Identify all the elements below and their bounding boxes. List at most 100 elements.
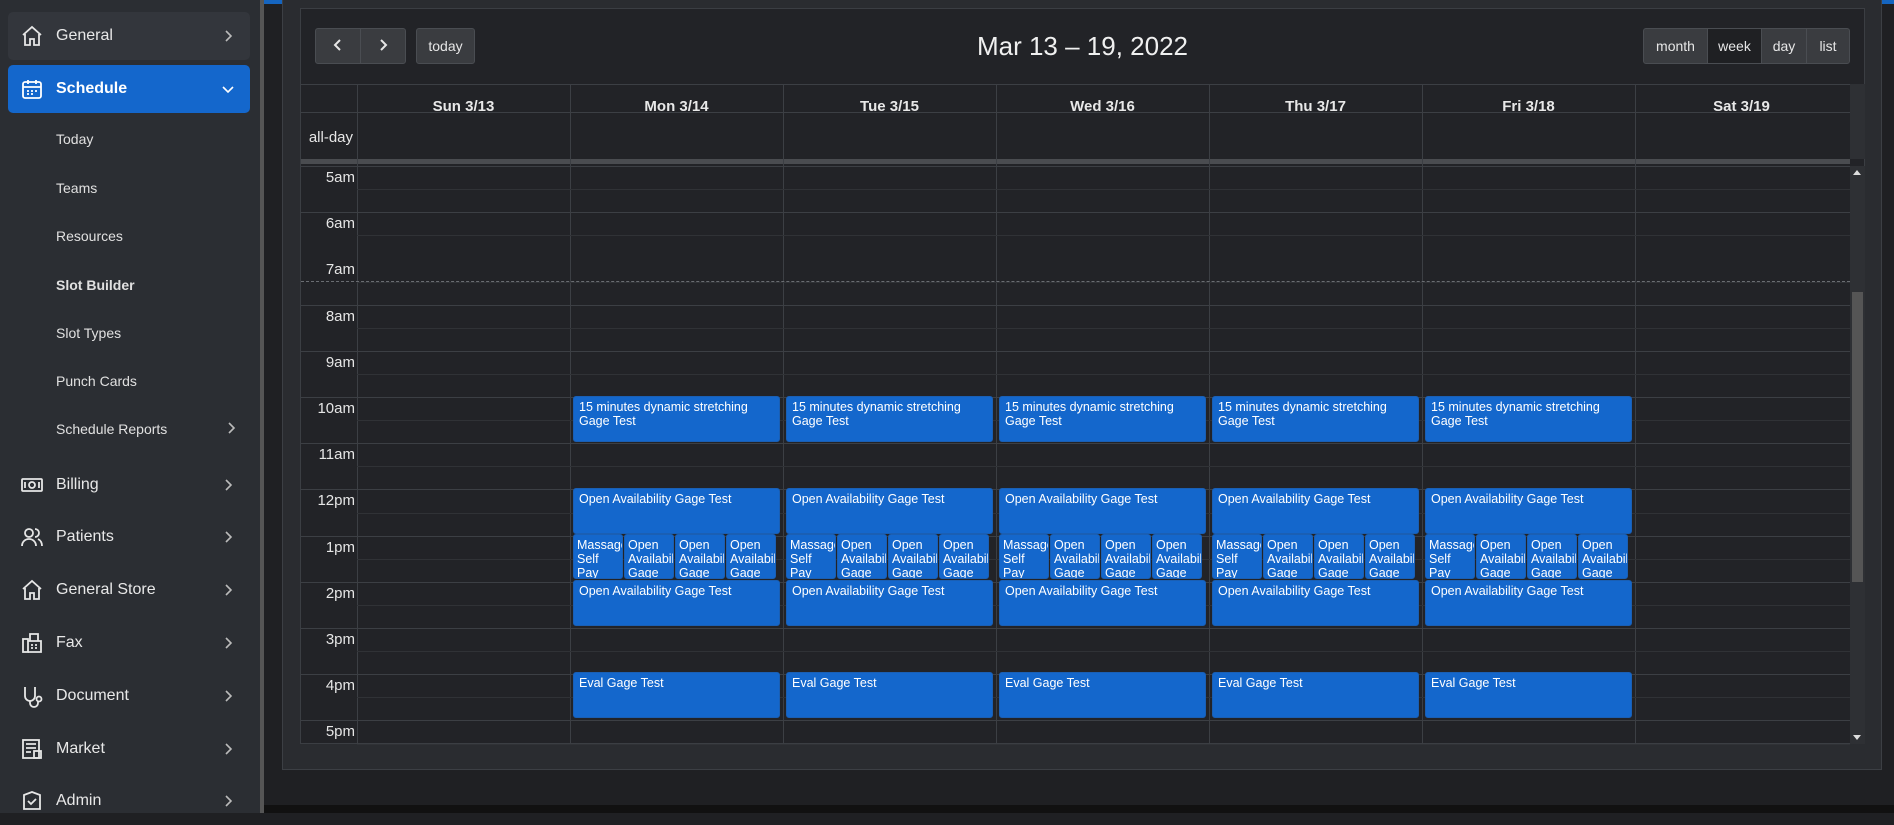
grid-col-line — [1209, 84, 1210, 744]
subnav-schedule-reports[interactable]: Schedule Reports — [56, 418, 246, 440]
subnav-label: Schedule Reports — [56, 421, 168, 437]
event-text: Self — [1429, 552, 1451, 566]
event-massage[interactable]: Massage Self Pay — [573, 534, 623, 579]
nav-general-store[interactable]: General Store — [8, 566, 250, 614]
nav-label: Admin — [56, 792, 102, 809]
calendar-title: Mar 13 – 19, 2022 — [976, 31, 1189, 61]
event-open-short[interactable]: OpenAvailabilityGage — [675, 534, 725, 579]
event-text: 15 minutes dynamic stretching — [1005, 400, 1174, 414]
event-open-short[interactable]: OpenAvailabilityGage — [1476, 534, 1526, 579]
event-text: Open — [730, 538, 761, 552]
chevron-right-icon — [216, 525, 240, 549]
subnav-punch-cards[interactable]: Punch Cards — [56, 370, 246, 392]
view-week-button[interactable]: week — [1707, 28, 1762, 64]
event-eval[interactable]: Eval Gage Test — [999, 672, 1206, 718]
footer-strip — [264, 805, 1894, 813]
event-open-availability[interactable]: Open Availability Gage Test — [786, 488, 993, 534]
prev-button[interactable] — [315, 28, 361, 64]
view-list-button[interactable]: list — [1806, 28, 1850, 64]
subnav-today[interactable]: Today — [56, 128, 246, 150]
event-eval[interactable]: Eval Gage Test — [1425, 672, 1632, 718]
event-text: Gage — [730, 566, 761, 579]
nav-market[interactable]: Market — [8, 725, 250, 773]
event-stretching[interactable]: 15 minutes dynamic stretching Gage Test — [1425, 396, 1632, 442]
event-open-availability[interactable]: Open Availability Gage Test — [999, 580, 1206, 626]
scroll-up-arrow[interactable] — [1853, 170, 1861, 175]
event-text: Availability — [1480, 552, 1526, 566]
event-stretching[interactable]: 15 minutes dynamic stretching Gage Test — [786, 396, 993, 442]
day-header-wed: Wed 3/16 — [1070, 98, 1135, 115]
sidebar-scrollbar[interactable] — [260, 0, 264, 813]
grid-col-line — [1422, 84, 1423, 744]
event-open-short[interactable]: OpenAvailabilityGage — [726, 534, 776, 579]
event-open-short[interactable]: OpenAvailabilityGage — [837, 534, 887, 579]
event-text: Massage — [1429, 538, 1475, 552]
event-open-availability[interactable]: Open Availability Gage Test — [573, 580, 780, 626]
event-open-availability[interactable]: Open Availability Gage Test — [1425, 580, 1632, 626]
event-open-availability[interactable]: Open Availability Gage Test — [1212, 580, 1419, 626]
event-stretching[interactable]: 15 minutes dynamic stretching Gage Test — [1212, 396, 1419, 442]
subnav-teams[interactable]: Teams — [56, 177, 246, 199]
event-stretching[interactable]: 15 minutes dynamic stretching Gage Test — [999, 396, 1206, 442]
event-eval[interactable]: Eval Gage Test — [786, 672, 993, 718]
event-open-short[interactable]: OpenAvailabilityGage — [1365, 534, 1415, 579]
event-text: Availability — [892, 552, 938, 566]
subnav-slot-types[interactable]: Slot Types — [56, 322, 246, 344]
nav-patients[interactable]: Patients — [8, 513, 250, 561]
next-button[interactable] — [360, 28, 406, 64]
event-stretching[interactable]: 15 minutes dynamic stretching Gage Test — [573, 396, 780, 442]
allday-scrollbar[interactable] — [1850, 84, 1865, 159]
nav-schedule[interactable]: Schedule — [8, 65, 250, 113]
half-hour-line — [357, 235, 1850, 236]
event-open-short[interactable]: OpenAvailabilityGage — [888, 534, 938, 579]
event-massage[interactable]: Massage Self Pay — [999, 534, 1049, 579]
day-header-mon: Mon 3/14 — [644, 98, 709, 115]
event-open-availability[interactable]: Open Availability Gage Test — [1212, 488, 1419, 534]
subnav-resources[interactable]: Resources — [56, 225, 246, 247]
view-month-button[interactable]: month — [1643, 28, 1708, 64]
event-text: Eval Gage Test — [1431, 676, 1516, 690]
subnav-slot-builder[interactable]: Slot Builder — [56, 274, 246, 296]
event-open-availability[interactable]: Open Availability Gage Test — [999, 488, 1206, 534]
nav-billing[interactable]: Billing — [8, 461, 250, 509]
event-massage[interactable]: Massage Self Pay — [1212, 534, 1262, 579]
event-eval[interactable]: Eval Gage Test — [1212, 672, 1419, 718]
event-open-short[interactable]: OpenAvailabilityGage — [1263, 534, 1313, 579]
nav-fax[interactable]: Fax — [8, 619, 250, 667]
event-text: Availability — [1531, 552, 1577, 566]
event-open-availability[interactable]: Open Availability Gage Test — [573, 488, 780, 534]
event-text: Gage — [1369, 566, 1400, 579]
event-text: Gage Test — [1431, 414, 1488, 428]
today-button[interactable]: today — [416, 28, 475, 64]
event-open-availability[interactable]: Open Availability Gage Test — [1425, 488, 1632, 534]
time-grid-scrollbar[interactable] — [1850, 166, 1865, 744]
event-eval[interactable]: Eval Gage Test — [573, 672, 780, 718]
scrollbar-thumb[interactable] — [1852, 292, 1863, 582]
event-open-short[interactable]: OpenAvailabilityGage — [1152, 534, 1202, 579]
event-text: Gage — [892, 566, 923, 579]
event-massage[interactable]: Massage Self Pay — [1425, 534, 1475, 579]
nav-document[interactable]: Document — [8, 672, 250, 720]
event-open-availability[interactable]: Open Availability Gage Test — [786, 580, 993, 626]
event-open-short[interactable]: OpenAvailabilityGage — [1527, 534, 1577, 579]
event-text: Availability — [943, 552, 989, 566]
nav-admin[interactable]: Admin — [8, 777, 250, 825]
event-open-short[interactable]: OpenAvailabilityGage — [624, 534, 674, 579]
chevron-right-icon — [216, 578, 240, 602]
nav-label: Fax — [56, 634, 83, 651]
scroll-down-arrow[interactable] — [1853, 735, 1861, 740]
event-open-short[interactable]: OpenAvailabilityGage — [939, 534, 989, 579]
event-open-short[interactable]: OpenAvailabilityGage — [1578, 534, 1628, 579]
hour-line — [301, 305, 1850, 306]
chevron-right-icon — [216, 631, 240, 655]
nav-label: Patients — [56, 528, 114, 545]
market-icon — [20, 737, 44, 761]
event-massage[interactable]: Massage Self Pay — [786, 534, 836, 579]
event-open-short[interactable]: OpenAvailabilityGage — [1314, 534, 1364, 579]
event-text: Gage — [1582, 566, 1613, 579]
view-day-button[interactable]: day — [1761, 28, 1807, 64]
nav-general[interactable]: General — [8, 12, 250, 60]
event-open-short[interactable]: OpenAvailabilityGage — [1101, 534, 1151, 579]
admin-icon — [20, 789, 44, 813]
event-open-short[interactable]: OpenAvailabilityGage — [1050, 534, 1100, 579]
